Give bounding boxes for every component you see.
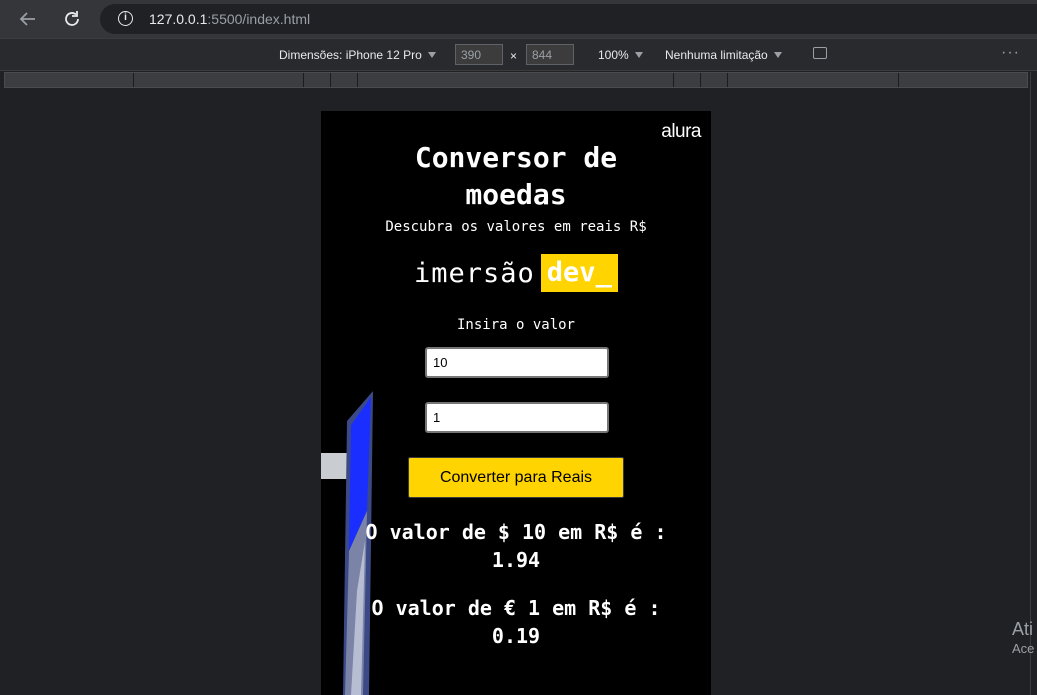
zoom-label: 100% — [598, 48, 629, 62]
brand-word: imersão — [414, 257, 535, 289]
watermark-line-1: Ati — [1012, 619, 1034, 639]
url-text: 127.0.0.1:5500/index.html — [149, 11, 310, 27]
page-subtitle: Descubra os valores em reais R$ — [385, 219, 647, 235]
device-select-label: Dimensões: iPhone 12 Pro — [279, 48, 422, 62]
throttling-select[interactable]: Nenhuma limitação — [665, 48, 782, 62]
brand-tag: dev_ — [540, 254, 618, 292]
ruler-divider — [700, 73, 701, 87]
dollar-value-input[interactable]: 10 — [425, 347, 609, 378]
rotate-icon[interactable] — [813, 47, 827, 59]
device-select[interactable]: Dimensões: iPhone 12 Pro — [279, 48, 436, 62]
device-toolbar: Dimensões: iPhone 12 Pro 390 × 844 100% … — [0, 38, 1037, 71]
height-input[interactable]: 844 — [526, 44, 574, 65]
convert-button[interactable]: Converter para Reais — [408, 457, 624, 498]
url-host: 127.0.0.1 — [149, 11, 208, 27]
ruler-divider — [133, 73, 134, 87]
ruler-divider — [330, 73, 331, 87]
media-query-ruler[interactable] — [4, 72, 1028, 88]
width-input[interactable]: 390 — [455, 44, 503, 65]
reload-icon[interactable] — [59, 6, 85, 32]
devtools-panel-edge[interactable] — [1030, 72, 1037, 695]
site-info-icon[interactable]: i — [118, 11, 133, 26]
ruler-divider — [303, 73, 304, 87]
back-arrow-icon[interactable] — [15, 6, 41, 32]
chevron-down-icon — [773, 52, 782, 58]
result-euro: O valor de € 1 em R$ é : 0.19 — [371, 596, 661, 648]
dimension-separator: × — [510, 49, 518, 63]
ruler-divider — [898, 73, 899, 87]
euro-value-input[interactable]: 1 — [425, 402, 609, 433]
ruler-divider — [673, 73, 674, 87]
activation-watermark: Ati Ace — [1012, 617, 1034, 657]
ruler-divider — [357, 73, 358, 87]
page-title: Conversor de moedas — [414, 141, 618, 211]
browser-toolbar: i 127.0.0.1:5500/index.html — [0, 0, 1037, 38]
input-label: Insira o valor — [456, 317, 575, 333]
chevron-down-icon — [427, 52, 436, 58]
imersao-dev-logo: imersão dev_ — [414, 254, 618, 292]
url-path: :5500/index.html — [207, 11, 311, 27]
throttling-label: Nenhuma limitação — [665, 48, 768, 62]
result-dollar: O valor de $ 10 em R$ é : 1.94 — [365, 520, 667, 572]
page-viewport: alura Conversor de moedas Descubra os va… — [321, 111, 711, 695]
watermark-line-2: Ace — [1012, 641, 1035, 656]
address-bar[interactable]: i 127.0.0.1:5500/index.html — [100, 4, 1037, 34]
chevron-down-icon — [634, 52, 643, 58]
ruler-divider — [727, 73, 728, 87]
zoom-select[interactable]: 100% — [598, 48, 643, 62]
more-options-icon[interactable]: ··· — [1001, 44, 1020, 62]
